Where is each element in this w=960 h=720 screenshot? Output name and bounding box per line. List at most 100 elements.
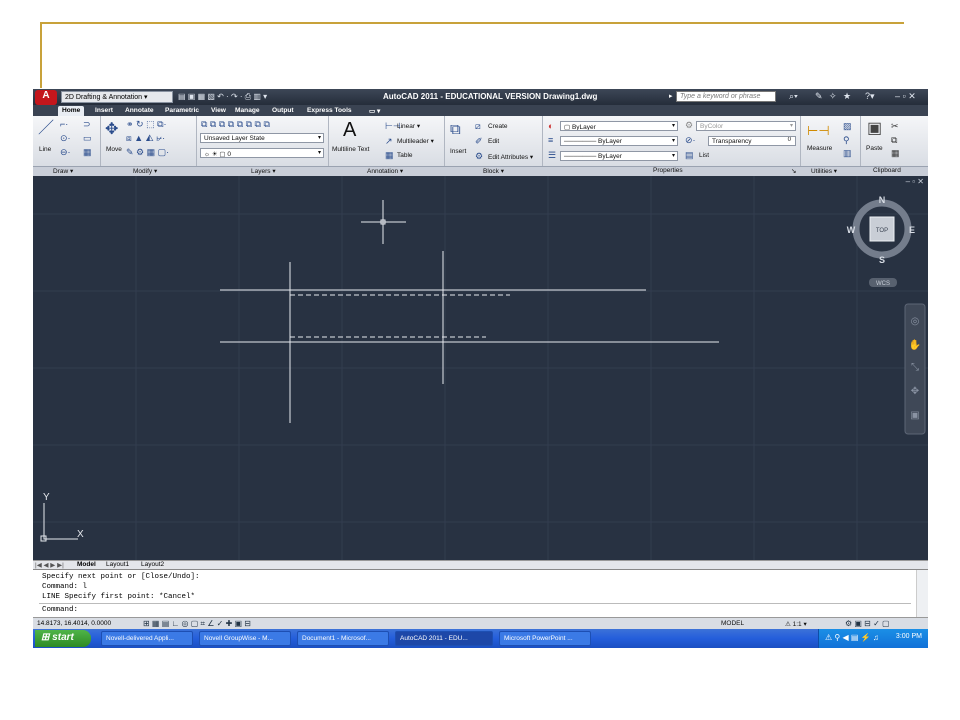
list-button[interactable]: List [699, 152, 709, 159]
pan-icon[interactable]: ✋ [909, 338, 921, 351]
match-properties-icon[interactable]: ◐ [548, 122, 553, 131]
showmotion-icon[interactable]: ▣ [910, 410, 919, 421]
tab-insert[interactable]: Insert [91, 106, 117, 116]
tray-icons[interactable]: ⚠ ⚲ ◀ ▤ ⚡ ♫ [825, 633, 879, 642]
hatch-icon[interactable]: ▦ [83, 148, 92, 157]
command-input[interactable]: Command: [42, 606, 78, 614]
drafting-toggles[interactable]: ⊞ ▦ ▤ ∟ ◎ ▢ ⌗ ∠ ✓ ✚ ▣ ⊟ [143, 619, 251, 629]
plotstyle-dropdown[interactable]: ByColor ▾ [696, 121, 796, 131]
taskbar-item-autocad[interactable]: AutoCAD 2011 - EDU... [395, 631, 493, 646]
table-button[interactable]: Table [397, 152, 413, 159]
mtext-button[interactable]: Multiline Text [332, 146, 369, 153]
favorites-icon[interactable]: ★ [843, 91, 851, 102]
color-dropdown[interactable]: ▢ ByLayer ▾ [560, 121, 678, 131]
tab-parametric[interactable]: Parametric [161, 106, 203, 116]
move-button[interactable]: Move [106, 146, 122, 153]
panel-title-properties[interactable]: Properties [653, 167, 683, 174]
panel-title-clipboard[interactable]: Clipboard [873, 167, 901, 174]
viewcube-face-label: TOP [876, 228, 888, 234]
compass-w[interactable]: W [847, 225, 856, 235]
tab-annotate[interactable]: Annotate [121, 106, 158, 116]
circle-icon[interactable]: ⊙· [60, 134, 71, 143]
rectangle-icon[interactable]: ▭ [83, 134, 92, 143]
tab-output[interactable]: Output [268, 106, 298, 116]
quick-access-toolbar[interactable]: ▤ ▣ ▦ ▧ ↶ · ↷ · ⎙ ▥ ▾ [178, 92, 267, 102]
layer-tools-icons[interactable]: ⧉ ⧉ ⧉ ⧉ ⧉ ⧉ ⧉ ⧉ [201, 120, 270, 129]
panel-title-modify[interactable]: Modify ▾ [133, 167, 157, 175]
modify-tools-row2[interactable]: ⧈ ▲ ◭ ⊬· [126, 134, 165, 143]
binoculars-icon[interactable]: ⌕▾ [789, 91, 798, 102]
line-button[interactable]: Line [39, 146, 51, 153]
annotation-scale-value: 1:1 [792, 621, 802, 628]
subscription-icon[interactable]: ✎ [815, 91, 823, 102]
panel-title-draw[interactable]: Draw ▾ [53, 167, 73, 175]
modify-tools-row1[interactable]: ⚭ ↻ ⬚ ⧉· [126, 120, 167, 129]
modify-tools-row3[interactable]: ✎ ⚙ ▦ ▢· [126, 148, 169, 157]
panel-title-layers[interactable]: Layers ▾ [251, 167, 276, 175]
window-controls[interactable]: – ▫ ✕ [895, 91, 916, 102]
move-icon[interactable]: ✥ [105, 122, 118, 138]
help-icon[interactable]: ?▾ [865, 91, 875, 102]
steeringwheel-icon[interactable]: ◎ [911, 316, 920, 327]
ribbon-minimize-icon[interactable]: ▭ ▾ [365, 106, 384, 116]
utility-tools-icons[interactable]: ▨ ⚲ ▥ [843, 120, 852, 161]
tab-layout1[interactable]: Layout1 [106, 561, 129, 568]
linear-button[interactable]: Linear ▾ [397, 122, 420, 130]
polyline-icon[interactable]: ⌐· [60, 120, 68, 129]
panel-launcher-icon[interactable]: ↘ [791, 167, 796, 175]
taskbar-clock[interactable]: 3:00 PM [896, 633, 922, 640]
insert-icon[interactable]: ⧉ [450, 122, 461, 137]
edit-block-button[interactable]: Edit [488, 138, 499, 145]
insert-button[interactable]: Insert [450, 148, 466, 155]
compass-s[interactable]: S [879, 255, 885, 265]
orbit-icon[interactable]: ✥ [911, 386, 919, 397]
annotation-scale[interactable]: ⚠ 1:1 ▾ [785, 620, 807, 628]
lineweight-dropdown[interactable]: ─────── ByLayer ▾ [560, 151, 678, 161]
drawing-canvas[interactable]: – ▫ ✕ Y X TOP N S E W WCS ◎ ✋ ⤡ ✥ ▣ [33, 176, 928, 560]
panel-title-annotation[interactable]: Annotation ▾ [367, 167, 403, 175]
panel-title-block[interactable]: Block ▾ [483, 167, 504, 175]
ellipse-icon[interactable]: ⊖· [60, 148, 71, 157]
create-block-button[interactable]: Create [488, 123, 508, 130]
arc-icon[interactable]: ⊃ [83, 120, 91, 129]
layer-state-dropdown[interactable]: Unsaved Layer State ▾ [200, 133, 324, 143]
command-scrollbar[interactable] [916, 570, 928, 618]
taskbar-item-powerpoint[interactable]: Microsoft PowerPoint ... [499, 631, 591, 646]
mtext-icon[interactable]: A [343, 120, 356, 140]
app-menu-button[interactable]: A [35, 90, 57, 105]
zoom-icon[interactable]: ⤡ [911, 362, 919, 373]
layout-nav-icons[interactable]: |◀ ◀ ▶ ▶| [35, 561, 64, 569]
linetype-dropdown[interactable]: ─────── ByLayer ▾ [560, 136, 678, 146]
search-input[interactable]: Type a keyword or phrase [676, 91, 776, 102]
tab-model[interactable]: Model [77, 561, 96, 568]
compass-e[interactable]: E [909, 225, 915, 235]
measure-icon[interactable]: ⊢⊣ [807, 124, 830, 137]
measure-button[interactable]: Measure [807, 145, 832, 152]
paste-button[interactable]: Paste [866, 145, 883, 152]
communication-icon[interactable]: ✧ [829, 91, 837, 102]
taskbar-item-word[interactable]: Document1 - Microsof... [297, 631, 389, 646]
multileader-button[interactable]: Multileader ▾ [397, 137, 434, 145]
line-tool-icon[interactable]: ／ [38, 121, 54, 137]
navigation-bar[interactable]: ◎ ✋ ⤡ ✥ ▣ [904, 303, 926, 435]
panel-title-utilities[interactable]: Utilities ▾ [811, 167, 837, 175]
tab-layout2[interactable]: Layout2 [141, 561, 164, 568]
start-button[interactable]: ⊞ start [35, 630, 91, 647]
paste-icon[interactable]: ▣ [867, 121, 882, 137]
tab-view[interactable]: View [207, 106, 230, 116]
tab-home[interactable]: Home [58, 106, 85, 116]
layer-dropdown[interactable]: ☼ ☀ ▢ 0 ▾ [200, 148, 324, 158]
taskbar-item-novell-apps[interactable]: Novell-delivered Appli... [101, 631, 193, 646]
tab-manage[interactable]: Manage [231, 106, 264, 116]
taskbar-item-groupwise[interactable]: Novell GroupWise - M... [199, 631, 291, 646]
model-space-toggle[interactable]: MODEL [721, 620, 744, 627]
ucs-x-label: X [77, 529, 84, 540]
workspace-dropdown[interactable]: 2D Drafting & Annotation ▾ [61, 91, 173, 103]
edit-attributes-button[interactable]: Edit Attributes ▾ [488, 153, 533, 161]
compass-n[interactable]: N [879, 195, 886, 205]
coordinate-readout[interactable]: 14.8173, 16.4014, 0.0000 [37, 620, 111, 627]
transparency-field[interactable]: Transparency 0 [708, 136, 796, 146]
clipboard-tools-icons[interactable]: ✂ ⧉ ▦ [891, 120, 900, 161]
status-tray-icons[interactable]: ⚙ ▣ ⊟ ✓ ▢ [845, 619, 890, 628]
tab-express-tools[interactable]: Express Tools [303, 106, 356, 116]
